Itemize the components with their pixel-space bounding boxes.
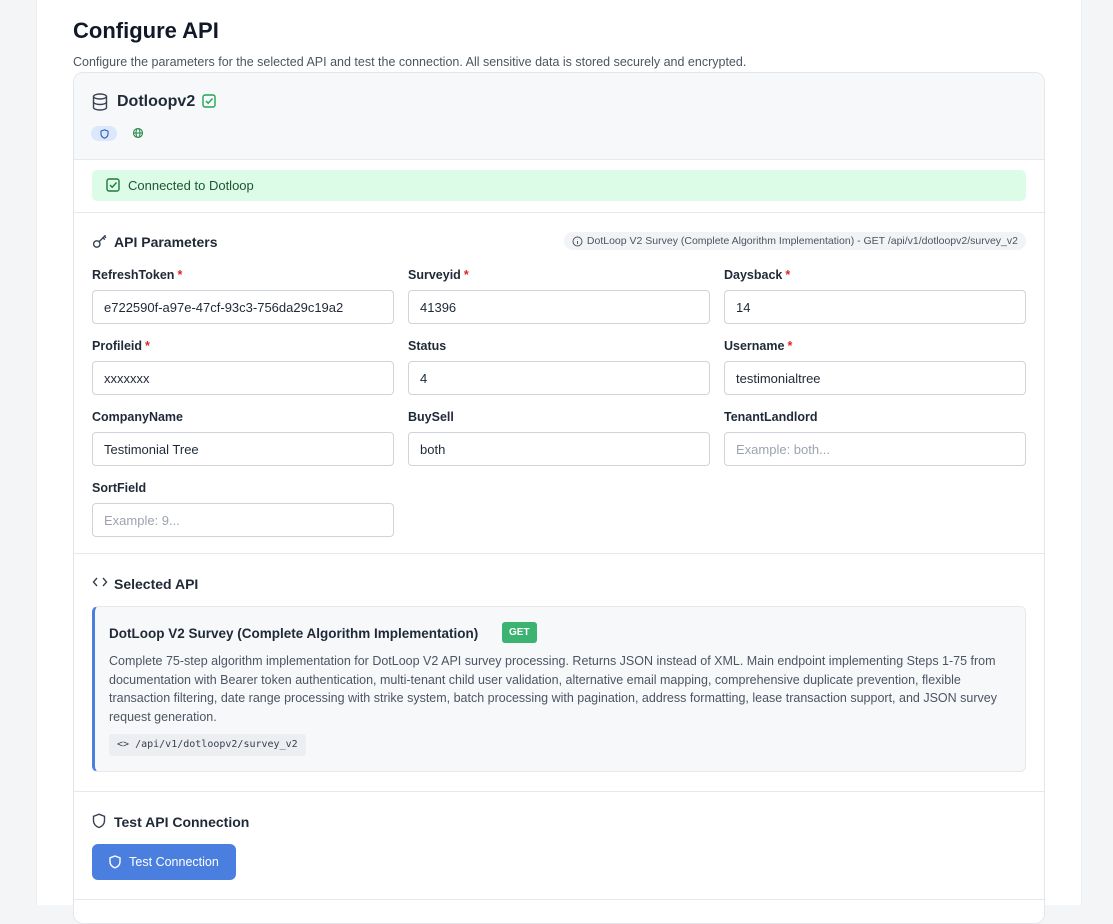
check-square-icon [106, 178, 120, 197]
connection-status-banner: Connected to Dotloop [92, 170, 1026, 201]
daysback-input[interactable] [724, 290, 1026, 324]
field-label: Username * [724, 339, 793, 353]
field-label: Status [408, 339, 447, 353]
status-section: Connected to Dotloop [74, 159, 1044, 213]
field-buysell: BuySell [408, 410, 710, 466]
shield-icon [99, 128, 109, 139]
test-connection-title: Test API Connection [114, 814, 250, 830]
shield-icon [109, 855, 121, 869]
selected-api-card: DotLoop V2 Survey (Complete Algorithm Im… [92, 606, 1026, 772]
connection-status-text: Connected to Dotloop [128, 178, 254, 193]
field-companyname: CompanyName [92, 410, 394, 466]
field-label: SortField [92, 481, 147, 495]
security-badge [91, 126, 117, 141]
api-parameters-title: API Parameters [114, 234, 218, 250]
tenantlandlord-input[interactable] [724, 432, 1026, 466]
field-label: Profileid * [92, 339, 150, 353]
field-label: BuySell [408, 410, 454, 424]
buysell-input[interactable] [408, 432, 710, 466]
field-label: Surveyid * [408, 268, 469, 282]
page-container: Configure API Configure the parameters f… [36, 0, 1082, 924]
test-connection-button[interactable]: Test Connection [92, 844, 236, 880]
endpoint-path-chip: <> /api/v1/dotloopv2/survey_v2 [109, 734, 306, 756]
page-subtitle: Configure the parameters for the selecte… [73, 55, 747, 69]
refreshtoken-input[interactable] [92, 290, 394, 324]
field-refreshtoken: RefreshToken * [92, 268, 394, 324]
selected-api-description: Complete 75-step algorithm implementatio… [109, 654, 997, 724]
sortfield-input[interactable] [92, 503, 394, 537]
api-parameters-section: API Parameters DotLoop V2 Survey (Comple… [74, 213, 1044, 554]
selected-api-title: Selected API [114, 576, 199, 592]
check-square-icon [202, 94, 216, 113]
surveyid-input[interactable] [408, 290, 710, 324]
test-connection-section: Test API Connection Test Connection [74, 792, 1044, 900]
card-header: Dotloopv2 [74, 73, 1044, 160]
info-icon [572, 236, 583, 246]
database-icon [92, 93, 108, 116]
profileid-input[interactable] [92, 361, 394, 395]
field-sortfield: SortField [92, 481, 394, 537]
selected-api-name: DotLoop V2 Survey (Complete Algorithm Im… [109, 626, 479, 641]
method-badge: GET [502, 622, 537, 643]
page-title: Configure API [73, 18, 219, 43]
field-label: RefreshToken * [92, 268, 183, 282]
field-tenantlandlord: TenantLandlord [724, 410, 1026, 466]
field-label: Daysback * [724, 268, 791, 282]
companyname-input[interactable] [92, 432, 394, 466]
api-config-card: Dotloopv2 Connected to Dotloop API Param… [73, 72, 1045, 924]
code-icon: <> [117, 739, 130, 750]
endpoint-path: /api/v1/dotloopv2/survey_v2 [135, 739, 298, 750]
api-name: Dotloopv2 [117, 93, 196, 110]
test-connection-label: Test Connection [129, 855, 219, 869]
field-status: Status [408, 339, 710, 395]
field-username: Username * [724, 339, 1026, 395]
code-icon [92, 575, 108, 594]
selected-api-section: Selected API DotLoop V2 Survey (Complete… [74, 554, 1044, 792]
field-daysback: Daysback * [724, 268, 1026, 324]
field-profileid: Profileid * [92, 339, 394, 395]
field-label: TenantLandlord [724, 410, 818, 424]
field-surveyid: Surveyid * [408, 268, 710, 324]
shield-icon [92, 813, 106, 834]
field-label: CompanyName [92, 410, 183, 424]
username-input[interactable] [724, 361, 1026, 395]
endpoint-info-pill: DotLoop V2 Survey (Complete Algorithm Im… [563, 232, 1026, 250]
status-input[interactable] [408, 361, 710, 395]
endpoint-info-text: DotLoop V2 Survey (Complete Algorithm Im… [586, 235, 1018, 247]
key-icon [92, 233, 108, 254]
globe-icon [131, 126, 145, 145]
